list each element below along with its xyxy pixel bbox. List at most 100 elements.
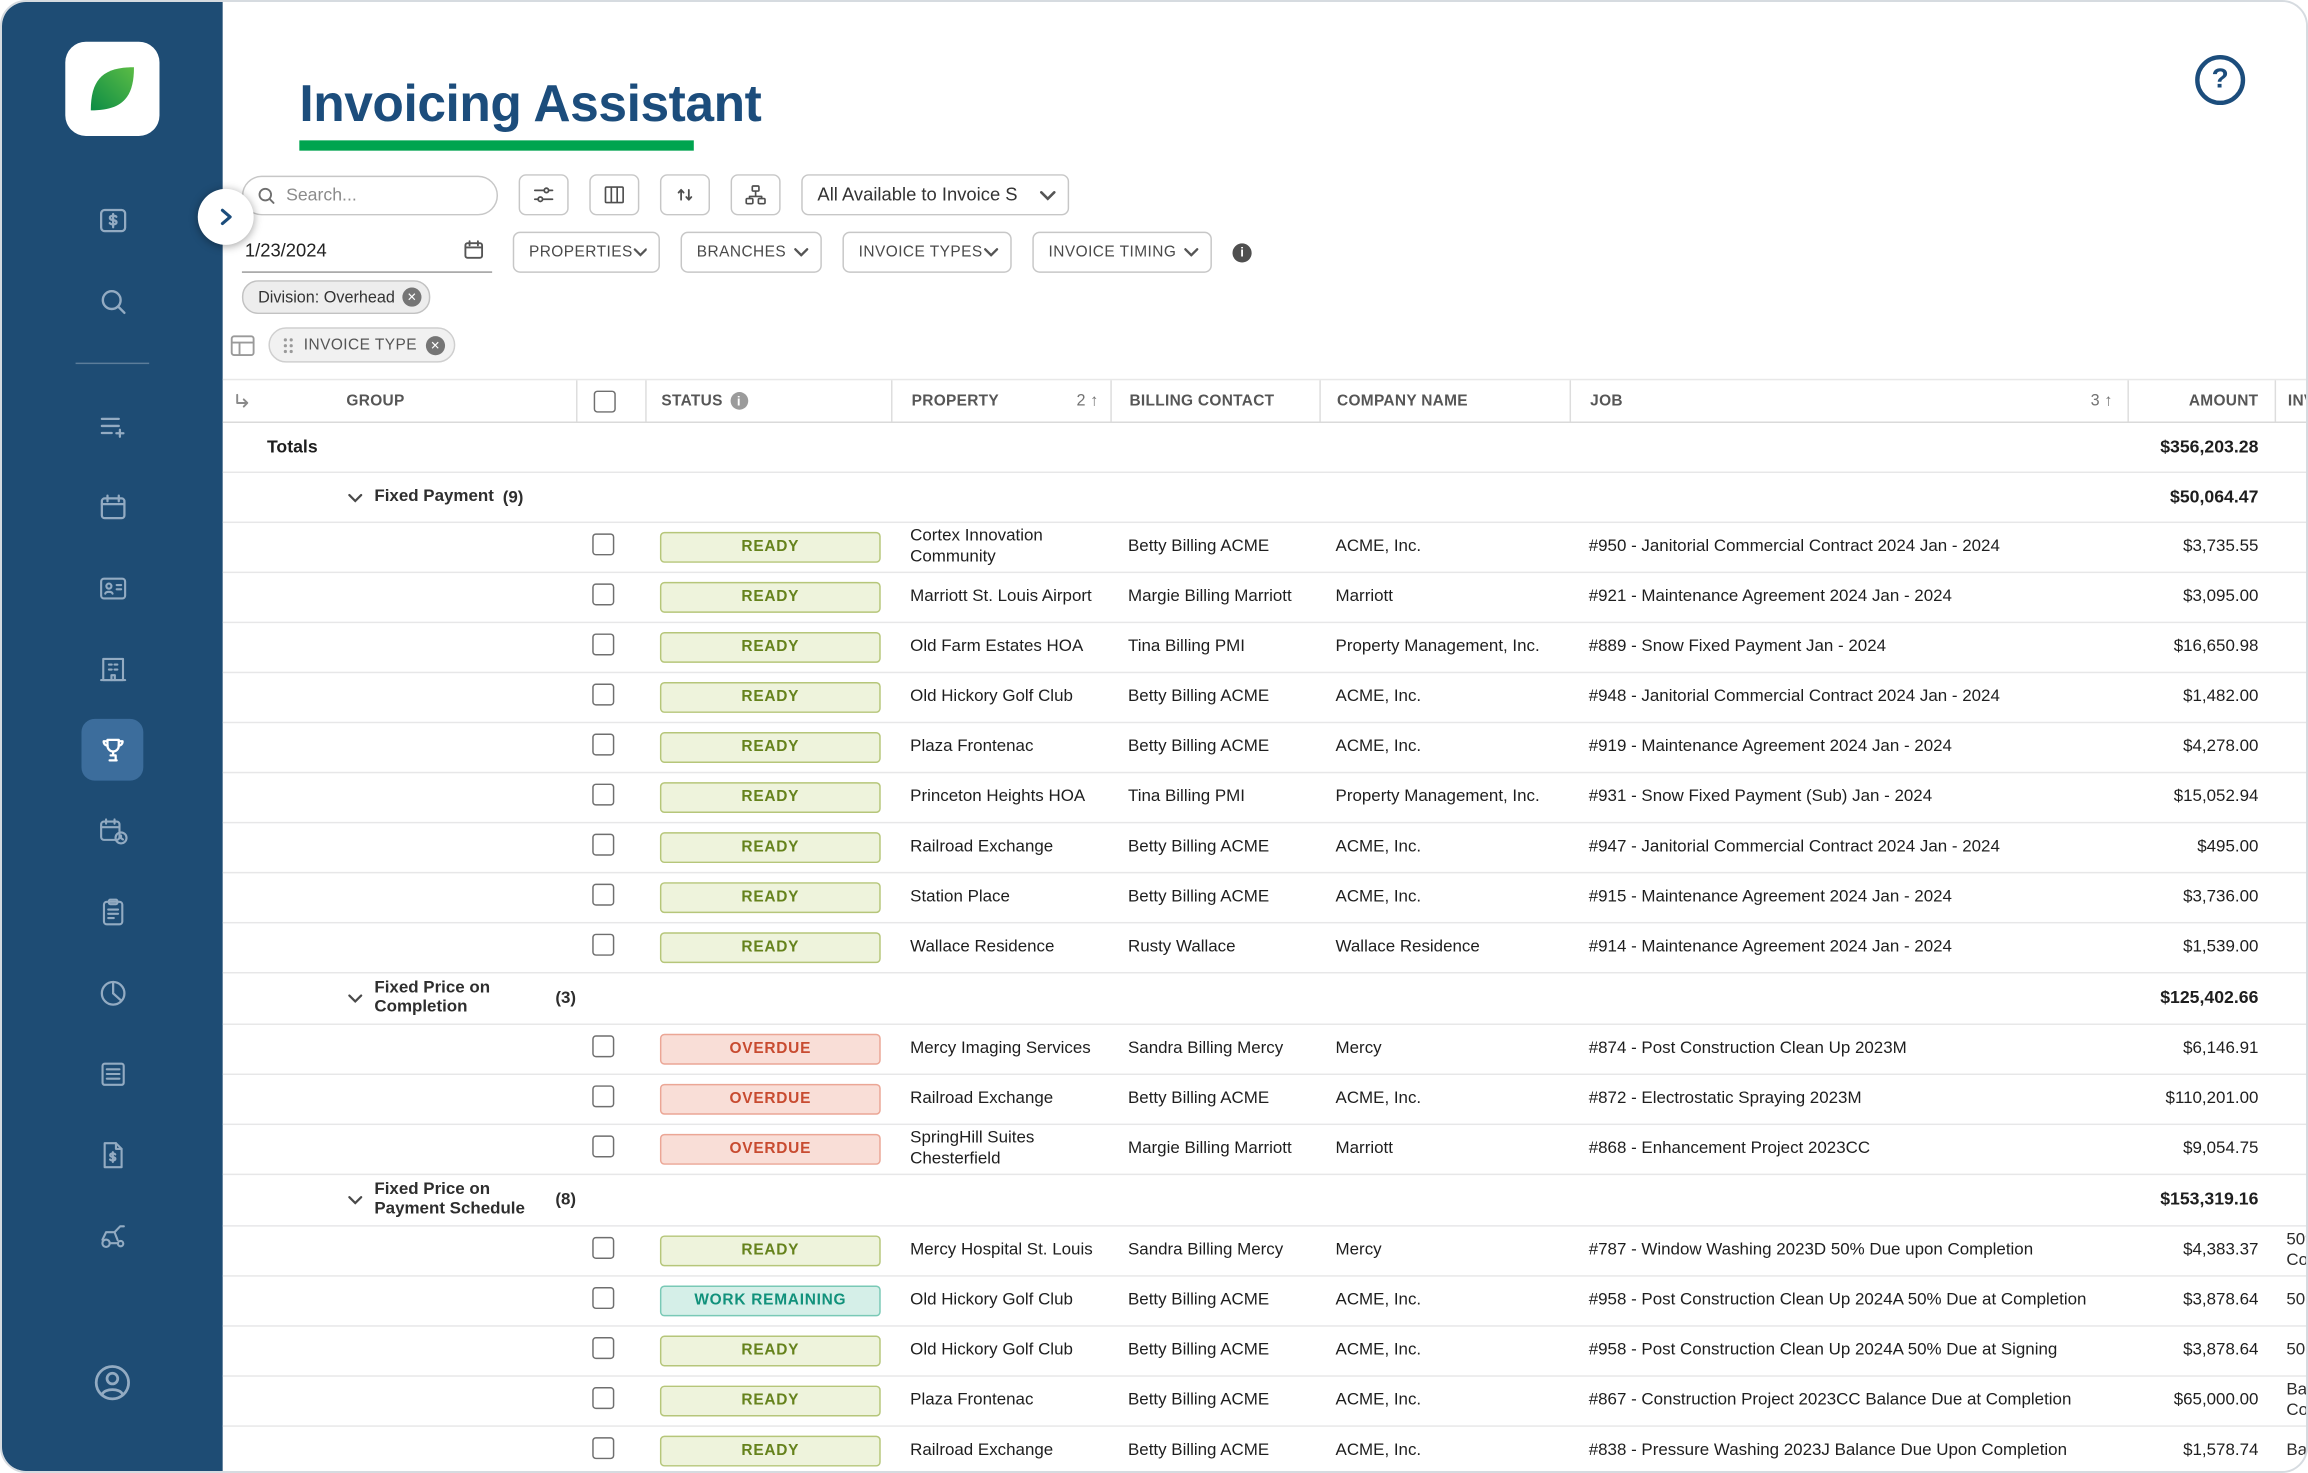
invoice-row[interactable]: READY Plaza Frontenac Betty Billing ACME… xyxy=(223,1377,2308,1427)
amount-cell: $15,052.94 xyxy=(2127,788,2274,808)
row-checkbox[interactable] xyxy=(592,933,614,955)
invoice-row[interactable]: WORK REMAINING Old Hickory Golf Club Bet… xyxy=(223,1277,2308,1327)
column-header-group[interactable]: GROUP xyxy=(346,392,404,410)
column-header-company-name[interactable]: COMPANY NAME xyxy=(1337,392,1468,410)
row-checkbox[interactable] xyxy=(592,533,614,555)
group-subtotal: $125,402.66 xyxy=(2127,989,2274,1009)
invoice-row[interactable]: READY Station Place Betty Billing ACME A… xyxy=(223,873,2308,923)
row-checkbox[interactable] xyxy=(592,683,614,705)
hierarchy-button[interactable] xyxy=(731,174,781,215)
invoice-row[interactable]: READY Plaza Frontenac Betty Billing ACME… xyxy=(223,723,2308,773)
grouping-table-icon[interactable] xyxy=(230,334,255,356)
row-checkbox[interactable] xyxy=(592,1387,614,1409)
row-checkbox[interactable] xyxy=(592,1437,614,1459)
invoice-row[interactable]: READY Railroad Exchange Betty Billing AC… xyxy=(223,1427,2308,1473)
group-header-row[interactable]: Fixed Price on Completion (3) $125,402.6… xyxy=(223,973,2308,1025)
invoice-row[interactable]: OVERDUE Railroad Exchange Betty Billing … xyxy=(223,1075,2308,1125)
sidebar-item-calendar[interactable] xyxy=(81,476,143,538)
invoice-row[interactable]: OVERDUE SpringHill Suites Chesterfield M… xyxy=(223,1125,2308,1175)
sidebar-item-report[interactable] xyxy=(81,1043,143,1105)
group-by-chip[interactable]: INVOICE TYPE ✕ xyxy=(268,327,455,362)
sidebar-item-mower[interactable] xyxy=(81,1205,143,1267)
sidebar-item-clipboard[interactable] xyxy=(81,881,143,943)
sidebar-item-pie-chart[interactable] xyxy=(81,962,143,1024)
group-collapse-chevron[interactable] xyxy=(348,493,363,502)
column-header-billing-contact[interactable]: BILLING CONTACT xyxy=(1129,392,1274,410)
row-checkbox[interactable] xyxy=(592,783,614,805)
building-icon xyxy=(95,652,129,686)
branches-filter-dropdown[interactable]: BRANCHES xyxy=(681,232,822,273)
search-input[interactable] xyxy=(242,175,498,215)
invoice-row[interactable]: READY Wallace Residence Rusty Wallace Wa… xyxy=(223,923,2308,973)
invoice-row[interactable]: READY Old Farm Estates HOA Tina Billing … xyxy=(223,623,2308,673)
job-cell: #919 - Maintenance Agreement 2024 Jan - … xyxy=(1570,738,2128,758)
invoice-row[interactable]: READY Mercy Hospital St. Louis Sandra Bi… xyxy=(223,1227,2308,1277)
invoice-timing-filter-dropdown[interactable]: INVOICE TIMING xyxy=(1032,232,1212,273)
filter-settings-button[interactable] xyxy=(519,174,569,215)
column-header-invoice[interactable]: INV xyxy=(2288,392,2308,410)
row-checkbox[interactable] xyxy=(592,1035,614,1057)
invoice-row[interactable]: READY Old Hickory Golf Club Betty Billin… xyxy=(223,1327,2308,1377)
company-name-cell: ACME, Inc. xyxy=(1319,1291,1569,1311)
info-glyph: i xyxy=(1240,245,1244,260)
sidebar-item-trophy[interactable] xyxy=(81,719,143,781)
invoice-row[interactable]: READY Railroad Exchange Betty Billing AC… xyxy=(223,823,2308,873)
sort-asc-icon: ↑ xyxy=(1090,392,1098,410)
row-checkbox[interactable] xyxy=(592,833,614,855)
amount-cell: $16,650.98 xyxy=(2127,637,2274,657)
row-checkbox[interactable] xyxy=(592,1237,614,1259)
job-sort-indicator: 3↑ xyxy=(2091,392,2113,410)
row-checkbox[interactable] xyxy=(592,633,614,655)
invoice-row[interactable]: READY Princeton Heights HOA Tina Billing… xyxy=(223,773,2308,823)
row-checkbox[interactable] xyxy=(592,1287,614,1309)
table-header-row: GROUP STATUS i PROPERTY 2↑ BILLING CONTA… xyxy=(223,379,2308,423)
info-icon[interactable]: i xyxy=(1233,243,1252,262)
sidebar-item-list-add[interactable] xyxy=(81,395,143,457)
row-checkbox[interactable] xyxy=(592,1085,614,1107)
invoice-row[interactable]: READY Old Hickory Golf Club Betty Billin… xyxy=(223,673,2308,723)
help-button[interactable]: ? xyxy=(2195,55,2245,105)
sidebar-item-calendar-clock[interactable] xyxy=(81,800,143,862)
sidebar-item-building[interactable] xyxy=(81,638,143,700)
close-icon[interactable]: ✕ xyxy=(402,288,421,307)
sidebar-item-invoice-doc[interactable] xyxy=(81,1124,143,1186)
select-all-checkbox[interactable] xyxy=(594,390,616,412)
row-checkbox[interactable] xyxy=(592,1337,614,1359)
date-input[interactable]: 1/23/2024 xyxy=(242,232,492,273)
column-header-job[interactable]: JOB xyxy=(1590,392,1623,410)
column-header-status[interactable]: STATUS xyxy=(661,392,722,410)
invoice-row[interactable]: OVERDUE Mercy Imaging Services Sandra Bi… xyxy=(223,1025,2308,1075)
view-selector-dropdown[interactable]: All Available to Invoice S xyxy=(801,174,1069,215)
sidebar-expand-button[interactable] xyxy=(198,189,254,245)
sort-button[interactable] xyxy=(660,174,710,215)
division-filter-chip[interactable]: Division: Overhead ✕ xyxy=(242,280,430,314)
invoice-types-filter-dropdown[interactable]: INVOICE TYPES xyxy=(842,232,1011,273)
sidebar-item-search[interactable] xyxy=(81,270,143,332)
collapse-all-icon[interactable] xyxy=(233,391,252,410)
billing-contact-cell: Sandra Billing Mercy xyxy=(1110,1039,1319,1059)
sidebar-item-contact-card[interactable] xyxy=(81,557,143,619)
report-icon xyxy=(95,1057,129,1091)
row-checkbox[interactable] xyxy=(592,733,614,755)
row-checkbox[interactable] xyxy=(592,583,614,605)
column-header-amount[interactable]: AMOUNT xyxy=(2189,392,2259,410)
sidebar-item-account[interactable] xyxy=(81,1352,143,1414)
row-checkbox[interactable] xyxy=(592,1135,614,1157)
row-checkbox[interactable] xyxy=(592,883,614,905)
column-header-property[interactable]: PROPERTY xyxy=(912,392,999,410)
invoice-row[interactable]: READY Marriott St. Louis Airport Margie … xyxy=(223,573,2308,623)
close-icon[interactable]: ✕ xyxy=(426,335,445,354)
sidebar-item-dollar-card[interactable] xyxy=(81,189,143,251)
group-header-row[interactable]: Fixed Payment (9) $50,064.47 xyxy=(223,473,2308,523)
properties-filter-dropdown[interactable]: PROPERTIES xyxy=(513,232,660,273)
app-logo[interactable] xyxy=(65,42,159,136)
columns-button[interactable] xyxy=(589,174,639,215)
invoice-row[interactable]: READY Cortex Innovation Community Betty … xyxy=(223,523,2308,573)
status-badge: READY xyxy=(660,782,881,813)
status-badge: READY xyxy=(660,1235,881,1266)
group-header-row[interactable]: Fixed Price on Payment Schedule (8) $153… xyxy=(223,1175,2308,1227)
job-cell: #889 - Snow Fixed Payment Jan - 2024 xyxy=(1570,637,2128,657)
group-collapse-chevron[interactable] xyxy=(348,1196,363,1205)
status-info-icon[interactable]: i xyxy=(730,392,748,410)
group-collapse-chevron[interactable] xyxy=(348,994,363,1003)
